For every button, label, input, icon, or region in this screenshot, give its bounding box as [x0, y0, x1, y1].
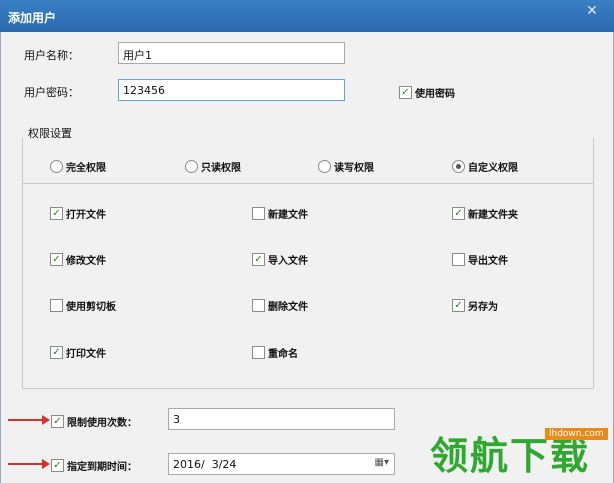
check-clipboard[interactable]: 使用剪切板: [50, 298, 116, 313]
check-label: 打印文件: [66, 349, 106, 360]
radio-label: 只读权限: [201, 163, 241, 174]
checkbox-empty-icon: [452, 253, 465, 266]
radio-label: 完全权限: [66, 163, 106, 174]
limit-count-input[interactable]: 3: [168, 408, 395, 430]
check-label: 新建文件: [268, 210, 308, 221]
check-label: 新建文件夹: [468, 210, 518, 221]
watermark-url: lhdown.com: [545, 428, 608, 440]
radio-custom[interactable]: 自定义权限: [452, 159, 518, 174]
check-icon: ✓: [51, 415, 64, 428]
checkbox-empty-icon: [252, 346, 265, 359]
check-icon: ✓: [452, 299, 465, 312]
check-print-file[interactable]: ✓ 打印文件: [50, 345, 106, 360]
check-label: 导出文件: [468, 256, 508, 267]
expiry-checkbox[interactable]: ✓ 指定到期时间：: [51, 458, 137, 473]
limit-count-checkbox[interactable]: ✓ 限制使用次数：: [51, 414, 137, 429]
use-password-label: 使用密码: [415, 89, 455, 100]
check-new-folder[interactable]: ✓ 新建文件夹: [452, 206, 518, 221]
radio-icon: [185, 160, 198, 173]
check-label: 修改文件: [66, 256, 106, 267]
check-save-as[interactable]: ✓ 另存为: [452, 298, 498, 313]
divider: [23, 183, 593, 184]
checkbox-empty-icon: [50, 299, 63, 312]
check-icon: ✓: [399, 86, 412, 99]
calendar-dropdown-icon[interactable]: ▦▾: [375, 457, 389, 468]
radio-icon: [318, 160, 331, 173]
red-arrow-icon: [8, 415, 50, 425]
check-label: 打开文件: [66, 210, 106, 221]
check-icon: ✓: [50, 207, 63, 220]
check-icon: ✓: [50, 253, 63, 266]
check-icon: ✓: [452, 207, 465, 220]
check-icon: ✓: [252, 253, 265, 266]
divider: [23, 388, 593, 389]
expiry-label: 指定到期时间：: [67, 462, 137, 473]
checkbox-empty-icon: [252, 299, 265, 312]
radio-label: 自定义权限: [468, 163, 518, 174]
radio-full[interactable]: 完全权限: [50, 159, 106, 174]
close-icon[interactable]: ✕: [578, 2, 606, 20]
checkbox-empty-icon: [252, 207, 265, 220]
expiry-date-input[interactable]: 2016/ 3/24 ▦▾: [168, 453, 395, 475]
password-label: 用户密码：: [24, 86, 79, 99]
check-label: 使用剪切板: [66, 302, 116, 313]
check-rename[interactable]: 重命名: [252, 345, 298, 360]
use-password-checkbox[interactable]: ✓ 使用密码: [399, 85, 455, 100]
radio-selected-icon: [452, 160, 465, 173]
limit-count-label: 限制使用次数：: [67, 418, 137, 429]
check-delete-file[interactable]: 删除文件: [252, 298, 308, 313]
check-label: 另存为: [468, 302, 498, 313]
check-icon: ✓: [50, 346, 63, 359]
window-title: 添加用户: [8, 11, 57, 25]
red-arrow-icon: [8, 459, 50, 469]
expiry-date-value: 2016/ 3/24: [173, 458, 237, 471]
check-label: 删除文件: [268, 302, 308, 313]
username-label: 用户名称：: [24, 49, 79, 62]
check-label: 重命名: [268, 349, 298, 360]
password-input[interactable]: 123456: [118, 79, 345, 101]
check-modify-file[interactable]: ✓ 修改文件: [50, 252, 106, 267]
check-icon: ✓: [51, 459, 64, 472]
check-open-file[interactable]: ✓ 打开文件: [50, 206, 106, 221]
radio-readonly[interactable]: 只读权限: [185, 159, 241, 174]
radio-label: 读写权限: [334, 163, 374, 174]
check-label: 导入文件: [268, 256, 308, 267]
username-input[interactable]: 用户1: [118, 42, 345, 64]
permission-group: [22, 138, 594, 389]
check-import-file[interactable]: ✓ 导入文件: [252, 252, 308, 267]
radio-readwrite[interactable]: 读写权限: [318, 159, 374, 174]
check-export-file[interactable]: 导出文件: [452, 252, 508, 267]
radio-icon: [50, 160, 63, 173]
title-bar: 添加用户 ✕: [0, 0, 614, 32]
check-new-file[interactable]: 新建文件: [252, 206, 308, 221]
